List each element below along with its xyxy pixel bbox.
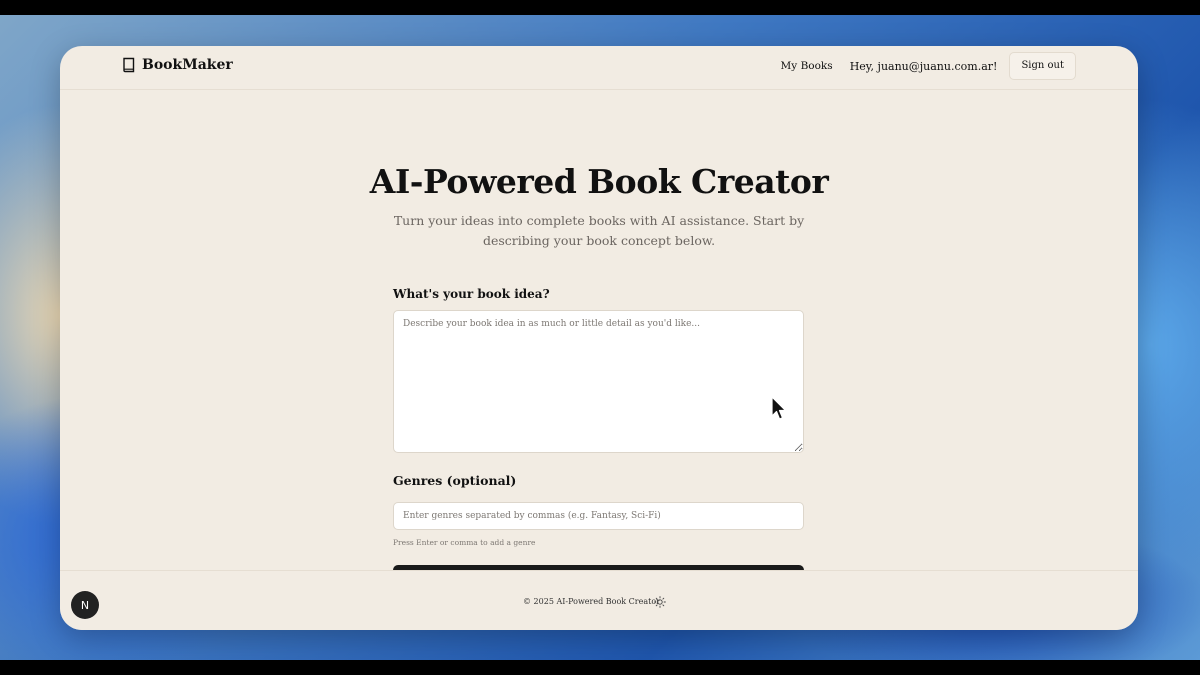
genres-input[interactable] — [393, 502, 804, 530]
genres-label: Genres (optional) — [393, 473, 517, 488]
mouse-cursor-icon — [771, 396, 787, 420]
page-title: AI-Powered Book Creator — [369, 162, 829, 201]
brand-name: BookMaker — [142, 57, 233, 73]
site-footer: © 2025 AI-Powered Book Creator — [60, 570, 1138, 630]
sun-icon[interactable] — [654, 596, 666, 608]
my-books-link[interactable]: My Books — [781, 60, 833, 72]
nextjs-dev-badge[interactable]: N — [71, 591, 99, 619]
site-header: BookMaker My Books Hey, juanu@juanu.com.… — [60, 46, 1138, 90]
brand-logo[interactable]: BookMaker — [122, 57, 233, 73]
user-greeting: Hey, juanu@juanu.com.ar! — [849, 59, 998, 73]
page-subtitle: Turn your ideas into complete books with… — [393, 213, 805, 248]
book-idea-label: What's your book idea? — [393, 287, 550, 301]
sign-out-button[interactable]: Sign out — [1009, 52, 1076, 80]
book-idea-textarea[interactable] — [393, 310, 804, 453]
top-nav: My Books Hey, juanu@juanu.com.ar! Sign o… — [781, 52, 1076, 80]
browser-window: BookMaker My Books Hey, juanu@juanu.com.… — [60, 46, 1138, 630]
copyright-text: © 2025 AI-Powered Book Creator — [523, 597, 660, 606]
genres-hint: Press Enter or comma to add a genre — [393, 538, 536, 547]
book-icon — [123, 57, 135, 73]
